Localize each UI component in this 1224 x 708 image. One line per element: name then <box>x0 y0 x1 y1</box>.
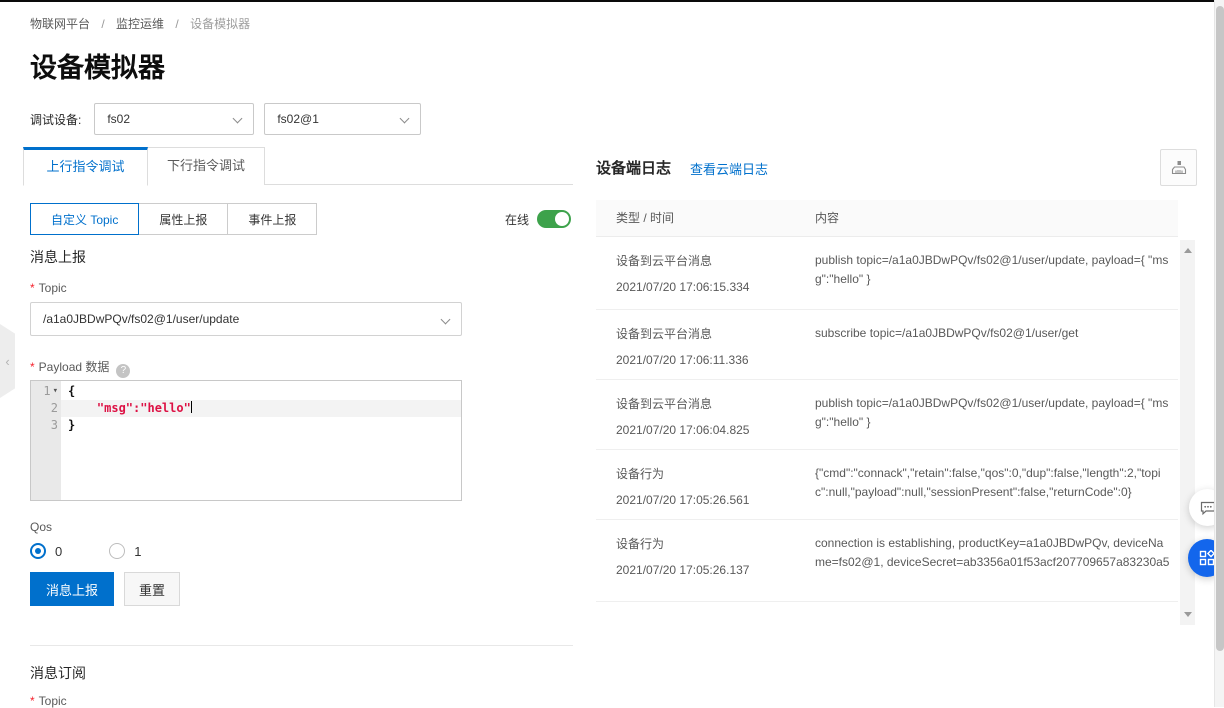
breadcrumb-item-monitor-ops[interactable]: 监控运维 <box>116 17 164 31</box>
editor-content: { "msg":"hello" } <box>61 381 461 500</box>
debug-device-label: 调试设备: <box>30 111 81 128</box>
subtab-custom-topic[interactable]: 自定义 Topic <box>30 203 139 235</box>
qos-label: Qos <box>30 520 52 534</box>
device-select-value: fs02@1 <box>277 112 319 126</box>
line-number: 2 <box>51 400 58 417</box>
online-status: 在线 <box>505 210 571 228</box>
device-log-table: 类型 / 时间 内容 设备到云平台消息 2021/07/20 17:06:15.… <box>596 200 1178 602</box>
log-time: 2021/07/20 17:06:11.336 <box>616 353 1178 367</box>
reset-button[interactable]: 重置 <box>124 572 180 606</box>
online-label: 在线 <box>505 211 529 228</box>
topic-label-text: Topic <box>39 281 67 295</box>
json-string: "msg":"hello" <box>68 401 191 415</box>
column-type-time: 类型 / 时间 <box>596 200 674 237</box>
required-asterisk: * <box>30 694 35 708</box>
qos-0-radio[interactable] <box>30 543 46 559</box>
payload-field-label: * Payload 数据? <box>30 358 130 378</box>
debug-tab-bar: 上行指令调试 下行指令调试 <box>23 147 573 185</box>
product-select-value: fs02 <box>107 112 130 126</box>
device-select[interactable]: fs02@1 <box>264 103 421 135</box>
message-report-button[interactable]: 消息上报 <box>30 572 114 606</box>
subscribe-topic-label-text: Topic <box>39 694 67 708</box>
tab-downlink-debug[interactable]: 下行指令调试 <box>148 147 265 185</box>
debug-device-row: 调试设备: fs02 fs02@1 <box>30 103 421 135</box>
tab-uplink-debug[interactable]: 上行指令调试 <box>23 147 148 186</box>
log-table-body: 设备到云平台消息 2021/07/20 17:06:15.334 publish… <box>596 237 1178 602</box>
breadcrumb-item-current: 设备模拟器 <box>190 17 250 31</box>
log-content: subscribe topic=/a1a0JBDwPQv/fs02@1/user… <box>815 324 1173 343</box>
text-cursor <box>191 401 192 413</box>
log-content: publish topic=/a1a0JBDwPQv/fs02@1/user/u… <box>815 251 1173 289</box>
qos-options: 0 1 <box>30 543 141 559</box>
apps-grid-icon <box>1199 550 1215 566</box>
window-top-border <box>0 0 1224 2</box>
log-row: 设备到云平台消息 2021/07/20 17:06:11.336 subscri… <box>596 310 1178 380</box>
line-number: 1 <box>43 383 50 400</box>
section-divider <box>30 645 573 646</box>
scroll-down-icon[interactable] <box>1184 612 1192 617</box>
qos-1-radio[interactable] <box>109 543 125 559</box>
log-row: 设备到云平台消息 2021/07/20 17:06:04.825 publish… <box>596 380 1178 450</box>
chevron-down-icon <box>441 315 451 325</box>
page-title: 设备模拟器 <box>30 55 165 82</box>
log-table-header: 类型 / 时间 内容 <box>596 200 1178 237</box>
sidebar-collapse-handle[interactable]: ‹ <box>0 324 15 398</box>
clear-log-button[interactable] <box>1160 149 1197 186</box>
breadcrumb-item-iot-platform[interactable]: 物联网平台 <box>30 17 90 31</box>
topic-select[interactable]: /a1a0JBDwPQv/fs02@1/user/update <box>30 302 462 336</box>
breadcrumb: 物联网平台 / 监控运维 / 设备模拟器 <box>30 15 250 32</box>
qos-0-label: 0 <box>55 544 62 559</box>
view-cloud-log-link[interactable]: 查看云端日志 <box>690 159 768 178</box>
payload-label-text: Payload 数据 <box>39 360 110 374</box>
topic-select-value: /a1a0JBDwPQv/fs02@1/user/update <box>43 312 239 326</box>
log-row: 设备行为 2021/07/20 17:05:26.561 {"cmd":"con… <box>596 450 1178 520</box>
code-line-active: "msg":"hello" <box>61 400 461 417</box>
chevron-down-icon <box>233 114 243 124</box>
chevron-down-icon <box>400 114 410 124</box>
qos-1-label: 1 <box>134 544 141 559</box>
report-type-group: 自定义 Topic 属性上报 事件上报 <box>30 203 317 235</box>
column-content: 内容 <box>815 200 839 237</box>
required-asterisk: * <box>30 281 35 295</box>
message-report-heading: 消息上报 <box>30 247 86 267</box>
line-number: 3 <box>51 417 58 434</box>
log-row: 设备到云平台消息 2021/07/20 17:06:15.334 publish… <box>596 237 1178 310</box>
page-scrollbar-thumb[interactable] <box>1216 6 1224 651</box>
breadcrumb-separator: / <box>101 17 104 31</box>
payload-editor[interactable]: 1▾ 2 3 { "msg":"hello" } <box>30 380 462 501</box>
device-log-title: 设备端日志 <box>596 157 671 178</box>
subscribe-topic-label: * Topic <box>30 694 67 708</box>
topic-field-label: * Topic <box>30 281 67 295</box>
breadcrumb-separator: / <box>175 17 178 31</box>
message-subscribe-heading: 消息订阅 <box>30 663 86 683</box>
broom-icon <box>1171 160 1187 176</box>
log-row: 设备行为 2021/07/20 17:05:26.137 connection … <box>596 520 1178 602</box>
help-icon[interactable]: ? <box>116 364 130 378</box>
online-toggle[interactable] <box>537 210 571 228</box>
log-content: publish topic=/a1a0JBDwPQv/fs02@1/user/u… <box>815 394 1173 432</box>
code-line: } <box>61 417 461 434</box>
subtab-property-report[interactable]: 属性上报 <box>138 203 228 235</box>
subtab-event-report[interactable]: 事件上报 <box>227 203 317 235</box>
log-content: {"cmd":"connack","retain":false,"qos":0,… <box>815 464 1173 502</box>
toggle-knob <box>555 212 569 226</box>
product-select[interactable]: fs02 <box>94 103 254 135</box>
page-scrollbar[interactable] <box>1214 0 1224 707</box>
log-content: connection is establishing, productKey=a… <box>815 534 1173 572</box>
scroll-up-icon[interactable] <box>1184 248 1192 253</box>
code-line: { <box>61 383 461 400</box>
fold-caret-icon[interactable]: ▾ <box>53 383 58 400</box>
chevron-left-icon: ‹ <box>5 354 9 369</box>
editor-gutter: 1▾ 2 3 <box>31 381 61 500</box>
required-asterisk: * <box>30 360 35 374</box>
